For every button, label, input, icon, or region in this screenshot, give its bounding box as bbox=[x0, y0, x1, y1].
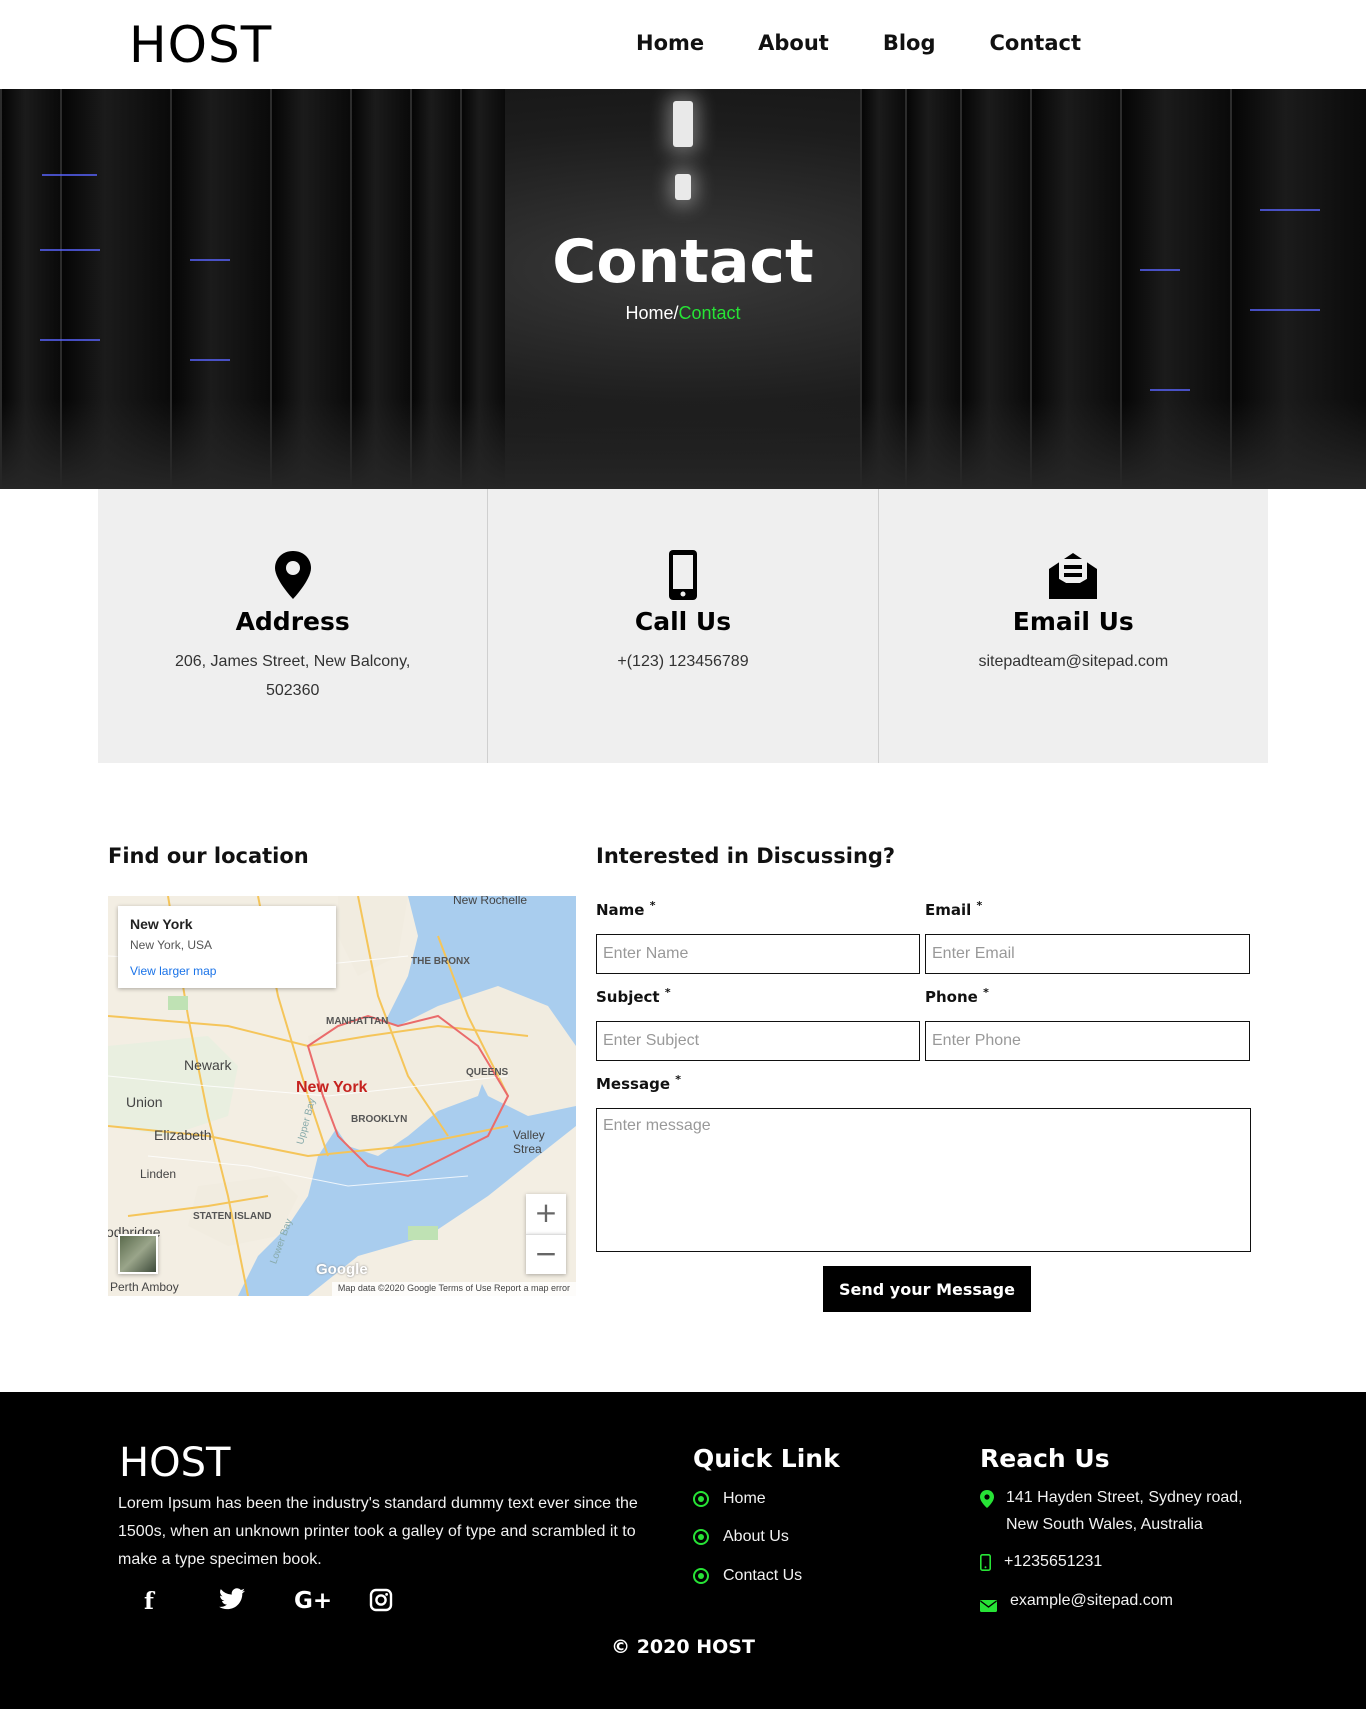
email-box: Email Us sitepadteam@sitepad.com bbox=[879, 489, 1268, 763]
map-label: New York bbox=[296, 1079, 368, 1096]
map-place-sub: New York, USA bbox=[130, 938, 213, 952]
social-links: f G+ bbox=[144, 1588, 444, 1618]
map-label: Perth Amboy bbox=[110, 1280, 179, 1294]
site-header: HOST Home About Blog Contact bbox=[0, 0, 1366, 89]
email-input[interactable] bbox=[925, 934, 1250, 974]
subject-label: Subject * bbox=[596, 986, 671, 1006]
map-label: Elizabeth bbox=[154, 1127, 212, 1143]
site-footer: HOST Lorem Ipsum has been the industry's… bbox=[0, 1392, 1366, 1709]
quick-link-about[interactable]: About Us bbox=[693, 1528, 789, 1546]
site-logo[interactable]: HOST bbox=[129, 16, 272, 74]
bullet-icon bbox=[693, 1529, 709, 1545]
map-place-name: New York bbox=[130, 916, 193, 932]
quick-link-home[interactable]: Home bbox=[693, 1490, 766, 1508]
map-pin-icon bbox=[980, 1484, 1002, 1517]
rack-led bbox=[42, 174, 97, 176]
map-label: Union bbox=[126, 1094, 163, 1110]
rack-led bbox=[1260, 209, 1320, 211]
breadcrumb: Home/Contact bbox=[0, 303, 1366, 324]
name-input[interactable] bbox=[596, 934, 920, 974]
envelope-icon bbox=[980, 1587, 1006, 1621]
mobile-phone-icon bbox=[668, 550, 697, 600]
form-title: Interested in Discussing? bbox=[596, 844, 896, 868]
email-text[interactable]: sitepadteam@sitepad.com bbox=[939, 647, 1208, 676]
google-plus-icon[interactable]: G+ bbox=[294, 1588, 369, 1618]
nav-about[interactable]: About bbox=[758, 28, 829, 58]
hero-floor bbox=[0, 399, 1366, 489]
view-larger-map-link[interactable]: View larger map bbox=[130, 964, 324, 978]
footer-about-text: Lorem Ipsum has been the industry's stan… bbox=[118, 1495, 638, 1568]
zoom-in-button[interactable]: + bbox=[526, 1194, 566, 1234]
rack-led bbox=[190, 359, 230, 361]
map-label: Newark bbox=[184, 1057, 232, 1073]
envelope-open-icon bbox=[1049, 553, 1098, 599]
address-text: 206, James Street, New Balcony, 502360 bbox=[174, 653, 411, 699]
main-nav: Home About Blog Contact bbox=[636, 28, 1135, 58]
subject-input[interactable] bbox=[596, 1021, 920, 1061]
rack-led bbox=[1150, 389, 1190, 391]
zoom-out-button[interactable]: − bbox=[526, 1234, 566, 1274]
hero-banner: Contact Home/Contact bbox=[0, 89, 1366, 489]
mobile-phone-icon bbox=[980, 1548, 1000, 1580]
map-label: BROOKLYN bbox=[351, 1114, 408, 1125]
ceiling-light bbox=[673, 101, 693, 147]
phone-input[interactable] bbox=[925, 1021, 1250, 1061]
message-label: Message * bbox=[596, 1073, 681, 1093]
page-title: Contact bbox=[552, 227, 814, 297]
map-info-card: New York New York, USA View larger map bbox=[118, 906, 336, 988]
facebook-icon[interactable]: f bbox=[144, 1588, 219, 1618]
reach-email[interactable]: example@sitepad.com bbox=[980, 1587, 1173, 1621]
map-label: STATEN ISLAND bbox=[193, 1211, 272, 1222]
satellite-toggle[interactable] bbox=[118, 1234, 158, 1274]
google-logo: Google bbox=[316, 1261, 368, 1278]
map-label: Valley Strea bbox=[513, 1128, 545, 1156]
bullet-icon bbox=[693, 1491, 709, 1507]
email-label: Email * bbox=[925, 899, 983, 919]
map-label: THE BRONX bbox=[411, 956, 470, 967]
location-title: Find our location bbox=[108, 844, 309, 868]
nav-blog[interactable]: Blog bbox=[883, 28, 936, 58]
call-title: Call Us bbox=[634, 607, 732, 636]
rack-led bbox=[40, 339, 100, 341]
map-pin-icon bbox=[274, 551, 311, 599]
breadcrumb-current: Contact bbox=[678, 303, 741, 323]
map-label: Linden bbox=[140, 1167, 177, 1181]
reach-address: 141 Hayden Street, Sydney road, New Sout… bbox=[980, 1484, 1250, 1538]
copyright: © 2020 HOST bbox=[611, 1636, 755, 1658]
send-message-button[interactable]: Send your Message bbox=[823, 1266, 1031, 1312]
message-textarea[interactable] bbox=[596, 1108, 1251, 1252]
quick-link-contact[interactable]: Contact Us bbox=[693, 1567, 802, 1585]
nav-contact[interactable]: Contact bbox=[990, 28, 1082, 58]
call-text[interactable]: +(123) 123456789 bbox=[548, 647, 817, 676]
bullet-icon bbox=[693, 1568, 709, 1584]
map-label: MANHATTAN bbox=[326, 1016, 389, 1027]
contact-info-boxes: Address 206, James Street, New Balcony, … bbox=[98, 489, 1268, 763]
footer-logo[interactable]: HOST bbox=[119, 1440, 230, 1486]
phone-label: Phone * bbox=[925, 986, 989, 1006]
address-title: Address bbox=[235, 607, 350, 636]
twitter-icon[interactable] bbox=[219, 1588, 294, 1618]
ceiling-light bbox=[675, 174, 691, 200]
name-label: Name * bbox=[596, 899, 656, 919]
map-label: New Rochelle bbox=[453, 896, 528, 907]
quick-link-title: Quick Link bbox=[693, 1444, 840, 1473]
nav-home[interactable]: Home bbox=[636, 28, 704, 58]
instagram-icon[interactable] bbox=[369, 1588, 444, 1618]
map-attribution[interactable]: Map data ©2020 Google Terms of Use Repor… bbox=[331, 1282, 576, 1296]
call-box: Call Us +(123) 123456789 bbox=[488, 489, 879, 763]
reach-phone[interactable]: +1235651231 bbox=[980, 1548, 1102, 1580]
map-label: QUEENS bbox=[466, 1067, 509, 1078]
breadcrumb-home[interactable]: Home bbox=[625, 303, 673, 323]
address-box: Address 206, James Street, New Balcony, … bbox=[98, 489, 489, 763]
email-title: Email Us bbox=[1012, 607, 1134, 636]
reach-us-title: Reach Us bbox=[980, 1444, 1110, 1473]
google-map[interactable]: Newark Union Elizabeth Linden New York M… bbox=[108, 896, 576, 1296]
